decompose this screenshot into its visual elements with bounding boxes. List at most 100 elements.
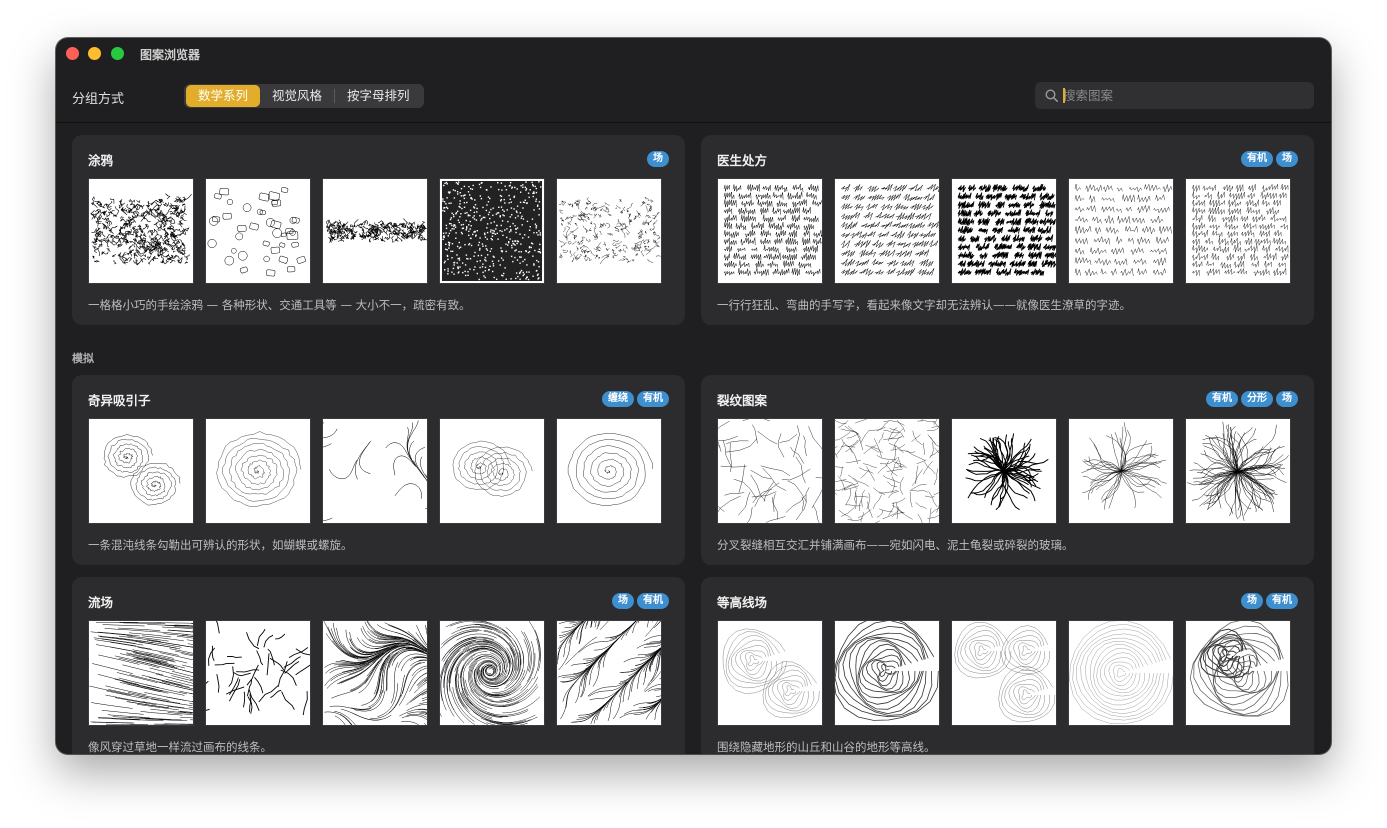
pattern-preview-art [1187,421,1289,521]
pattern-preview-art [965,433,1049,511]
text-cursor [1063,88,1065,103]
pattern-preview-art [718,419,822,523]
pattern-thumbnail[interactable] [556,620,662,726]
pattern-thumbnail[interactable] [834,418,940,524]
pattern-preview-art [323,420,427,522]
thumbnail-row [717,620,1291,726]
pattern-preview-art [207,187,306,277]
pattern-card[interactable]: 医生处方 有机 场 一行行狂乱、弯曲的手写字，看起来像文字却无法辨认——就像医生… [701,135,1314,325]
pattern-thumbnail[interactable] [88,418,194,524]
pattern-preview-art [1069,621,1173,725]
thumbnail-row [717,178,1291,284]
pattern-thumbnail[interactable] [205,178,311,284]
tag-list: 有机 场 [1241,151,1298,167]
tag-list: 场 有机 [612,593,669,609]
pattern-thumbnail[interactable] [439,178,545,284]
pattern-preview-art [103,434,181,506]
pattern-preview-art [1081,422,1167,510]
tag-badge: 有机 [1206,391,1238,407]
pattern-card[interactable]: 涂鸦 场 一格格小巧的手绘涂鸦 — 各种形状、交通工具等 — 大小不一，疏密有致… [72,135,685,325]
tag-badge: 有机 [1266,593,1298,609]
pattern-preview-art [440,621,541,725]
tag-badge: 场 [1276,151,1298,167]
pattern-thumbnail[interactable] [88,620,194,726]
pattern-card[interactable]: 等高线场 场 有机 围绕隐藏地形的山丘和山谷的地形等高线。 [701,577,1314,754]
pattern-card[interactable]: 裂纹图案 有机 分形 场 分叉裂缝相互交汇并铺满画布——宛如闪电、泥土龟裂或碎裂… [701,375,1314,565]
pattern-preview-art [567,433,653,506]
pattern-thumbnail[interactable] [88,178,194,284]
zoom-window-button[interactable] [111,47,124,60]
pattern-thumbnail[interactable] [322,418,428,524]
tag-list: 场 有机 [1241,593,1298,609]
pattern-preview-art [89,621,193,725]
pattern-preview-art [442,181,542,281]
title-bar: 图案浏览器 [56,38,1331,70]
pattern-thumbnail[interactable] [951,418,1057,524]
pattern-thumbnail[interactable] [322,178,428,284]
pattern-thumbnail[interactable] [439,418,545,524]
pattern-thumbnail[interactable] [439,620,545,726]
minimize-window-button[interactable] [88,47,101,60]
thumbnail-row [88,418,662,524]
toolbar: 分组方式 数学系列 视觉风格 按字母排列 [56,70,1331,123]
tag-badge: 有机 [637,391,669,407]
tag-badge: 有机 [637,593,669,609]
card-title: 医生处方 [717,153,768,168]
card-title: 等高线场 [717,595,768,610]
pattern-card[interactable]: 流场 场 有机 像风穿过草地一样流过画布的线条。 [72,577,685,754]
grouping-segmented-control: 数学系列 视觉风格 按字母排列 [184,84,424,108]
pattern-thumbnail[interactable] [205,620,311,726]
pattern-thumbnail[interactable] [556,418,662,524]
segment-alphabetical[interactable]: 按字母排列 [335,85,422,107]
card-title: 涂鸦 [88,153,114,168]
pattern-preview-art [90,193,192,266]
pattern-thumbnail[interactable] [951,178,1057,284]
search-box[interactable] [1035,82,1314,109]
pattern-thumbnail[interactable] [834,620,940,726]
pattern-preview-art [840,183,939,276]
search-icon [1045,89,1058,102]
pattern-preview-art [1191,184,1289,276]
pattern-preview-art [1189,621,1289,717]
pattern-thumbnail[interactable] [1185,178,1291,284]
pattern-thumbnail[interactable] [205,418,311,524]
pattern-thumbnail[interactable] [951,620,1057,726]
pattern-preview-art [835,621,939,721]
app-window: 图案浏览器 分组方式 数学系列 视觉风格 按字母排列 涂鸦 场 [56,38,1331,754]
pattern-preview-art [954,621,1056,723]
tag-badge: 有机 [1241,151,1273,167]
pattern-preview-art [723,183,822,277]
segment-visual-style[interactable]: 视觉风格 [260,85,334,107]
pattern-thumbnail[interactable] [717,418,823,524]
card-description: 分叉裂缝相互交汇并铺满画布——宛如闪电、泥土龟裂或碎裂的玻璃。 [717,538,1074,552]
pattern-preview-art [559,197,661,265]
tag-badge: 缠绕 [602,391,634,407]
segment-math-family[interactable]: 数学系列 [186,85,261,107]
pattern-card[interactable]: 奇异吸引子 缠绕 有机 一条混沌线条勾勒出可辨认的形状，如蝴蝶或螺旋。 [72,375,685,565]
pattern-preview-art [323,621,427,725]
pattern-thumbnail[interactable] [717,178,823,284]
pattern-thumbnail[interactable] [717,620,823,726]
thumbnail-row [88,178,662,284]
pattern-preview-art [722,628,820,719]
pattern-thumbnail[interactable] [1068,178,1174,284]
pattern-thumbnail[interactable] [1185,620,1291,726]
close-window-button[interactable] [66,47,79,60]
pattern-thumbnail[interactable] [834,178,940,284]
pattern-thumbnail[interactable] [1185,418,1291,524]
pattern-thumbnail[interactable] [556,178,662,284]
card-description: 像风穿过草地一样流过画布的线条。 [88,740,272,754]
tag-badge: 分形 [1241,391,1273,407]
pattern-thumbnail[interactable] [1068,418,1174,524]
tag-badge: 场 [612,593,634,609]
tag-badge: 场 [1241,593,1263,609]
tag-badge: 场 [1276,391,1298,407]
card-description: 一格格小巧的手绘涂鸦 — 各种形状、交通工具等 — 大小不一，疏密有致。 [88,298,471,312]
tag-badge: 场 [647,151,669,167]
tag-list: 缠绕 有机 [602,391,669,407]
card-title: 奇异吸引子 [88,393,151,408]
pattern-thumbnail[interactable] [322,620,428,726]
pattern-thumbnail[interactable] [1068,620,1174,726]
card-title: 流场 [88,595,114,610]
search-input[interactable] [1063,86,1303,105]
